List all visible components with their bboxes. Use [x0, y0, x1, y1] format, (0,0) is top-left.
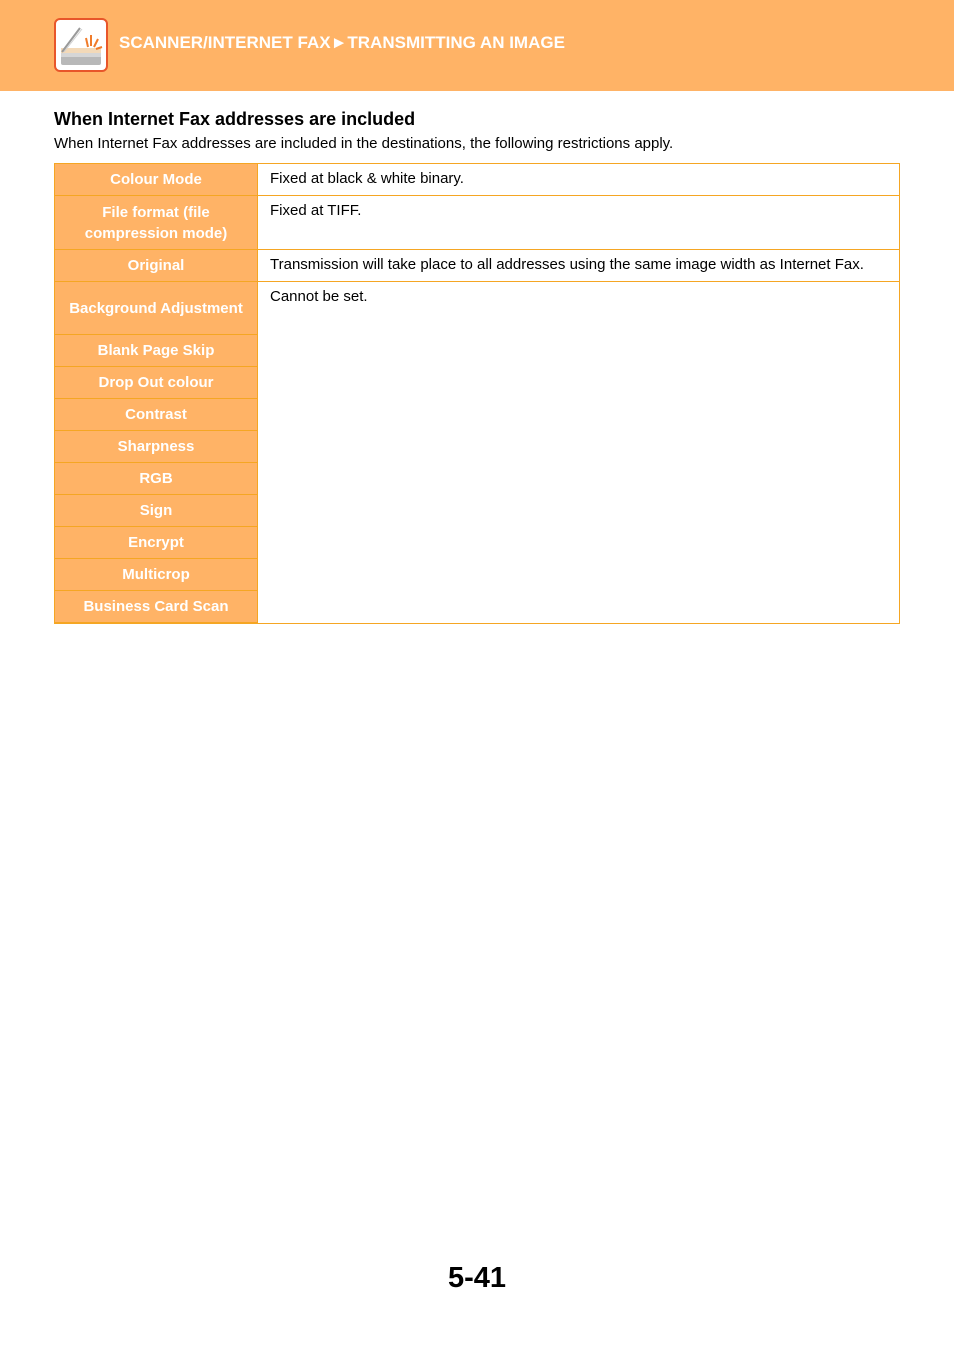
- page-number: 5-41: [447, 1262, 507, 1294]
- row-label: Multicrop: [54, 558, 258, 591]
- row-label: Encrypt: [54, 526, 258, 559]
- table-row: File format (file compression mode) Fixe…: [54, 195, 900, 250]
- row-value: Transmission will take place to all addr…: [257, 249, 900, 282]
- row-label: Drop Out colour: [54, 366, 258, 399]
- row-label: Business Card Scan: [54, 590, 258, 624]
- header-band: SCANNER/INTERNET FAX►TRANSMITTING AN IMA…: [0, 0, 954, 91]
- row-label: File format (file compression mode): [54, 195, 258, 250]
- row-label: Sign: [54, 494, 258, 527]
- table-row: Colour Mode Fixed at black & white binar…: [54, 163, 900, 196]
- row-label: Original: [54, 249, 258, 282]
- row-label: Colour Mode: [54, 163, 258, 196]
- row-value: Cannot be set.: [257, 281, 900, 624]
- row-label: Background Adjustment: [54, 281, 258, 335]
- row-value: Fixed at black & white binary.: [257, 163, 900, 196]
- row-label: RGB: [54, 462, 258, 495]
- row-value: Fixed at TIFF.: [257, 195, 900, 250]
- row-label: Contrast: [54, 398, 258, 431]
- row-label: Sharpness: [54, 430, 258, 463]
- breadcrumb-title: SCANNER/INTERNET FAX►TRANSMITTING AN IMA…: [119, 33, 565, 52]
- table-row: Original Transmission will take place to…: [54, 249, 900, 282]
- scanner-icon: [54, 18, 108, 72]
- table-row: Background Adjustment Cannot be set.: [54, 281, 900, 624]
- row-label: Blank Page Skip: [54, 334, 258, 367]
- section-heading: When Internet Fax addresses are included: [54, 109, 416, 129]
- section-intro: When Internet Fax addresses are included…: [54, 135, 674, 152]
- restrictions-table: Colour Mode Fixed at black & white binar…: [54, 163, 900, 624]
